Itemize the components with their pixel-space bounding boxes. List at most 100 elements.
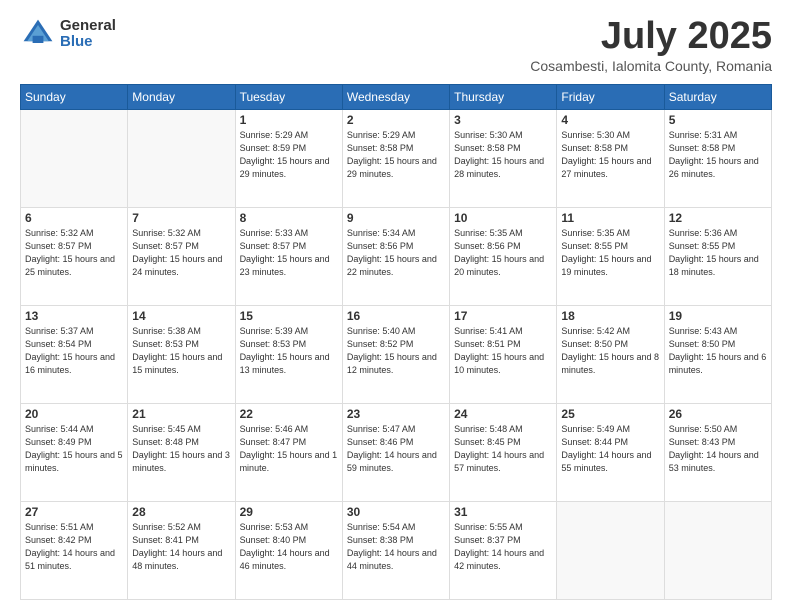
day-info: Sunrise: 5:43 AM Sunset: 8:50 PM Dayligh… [669, 325, 767, 377]
calendar-cell: 16 Sunrise: 5:40 AM Sunset: 8:52 PM Dayli… [342, 305, 449, 403]
day-info: Sunrise: 5:29 AM Sunset: 8:59 PM Dayligh… [240, 129, 338, 181]
calendar-cell: 28Sunrise: 5:52 AM Sunset: 8:41 PM Dayli… [128, 501, 235, 599]
calendar-cell: 14Sunrise: 5:38 AM Sunset: 8:53 PM Dayli… [128, 305, 235, 403]
calendar-cell: 26 Sunrise: 5:50 AM Sunset: 8:43 PM Dayli… [664, 403, 771, 501]
day-info: Sunrise: 5:40 AM Sunset: 8:52 PM Dayligh… [347, 325, 445, 377]
subtitle: Cosambesti, Ialomita County, Romania [530, 58, 772, 74]
calendar-week-4: 20 Sunrise: 5:44 AM Sunset: 8:49 PM Dayli… [21, 403, 772, 501]
calendar-cell: 3Sunrise: 5:30 AM Sunset: 8:58 PM Daylig… [450, 109, 557, 207]
day-number: 25 [561, 407, 659, 421]
day-info: Sunrise: 5:30 AM Sunset: 8:58 PM Dayligh… [561, 129, 659, 181]
day-number: 7 [132, 211, 230, 225]
calendar-cell: 29 Sunrise: 5:53 AM Sunset: 8:40 PM Dayli… [235, 501, 342, 599]
day-number: 24 [454, 407, 552, 421]
calendar-cell: 8 Sunrise: 5:33 AM Sunset: 8:57 PM Daylig… [235, 207, 342, 305]
day-info: Sunrise: 5:39 AM Sunset: 8:53 PM Dayligh… [240, 325, 338, 377]
day-info: Sunrise: 5:41 AM Sunset: 8:51 PM Dayligh… [454, 325, 552, 377]
calendar-cell: 22 Sunrise: 5:46 AM Sunset: 8:47 PM Dayli… [235, 403, 342, 501]
calendar-cell: 7 Sunrise: 5:32 AM Sunset: 8:57 PM Daylig… [128, 207, 235, 305]
day-number: 15 [240, 309, 338, 323]
day-info: Sunrise: 5:33 AM Sunset: 8:57 PM Dayligh… [240, 227, 338, 279]
day-info: Sunrise: 5:35 AM Sunset: 8:56 PM Dayligh… [454, 227, 552, 279]
day-info: Sunrise: 5:29 AM Sunset: 8:58 PM Dayligh… [347, 129, 445, 181]
day-info: Sunrise: 5:44 AM Sunset: 8:49 PM Dayligh… [25, 423, 123, 475]
calendar-cell: 17Sunrise: 5:41 AM Sunset: 8:51 PM Dayli… [450, 305, 557, 403]
day-info: Sunrise: 5:32 AM Sunset: 8:57 PM Dayligh… [132, 227, 230, 279]
calendar-cell: 23Sunrise: 5:47 AM Sunset: 8:46 PM Dayli… [342, 403, 449, 501]
calendar-cell: 15 Sunrise: 5:39 AM Sunset: 8:53 PM Dayli… [235, 305, 342, 403]
day-number: 21 [132, 407, 230, 421]
day-info: Sunrise: 5:34 AM Sunset: 8:56 PM Dayligh… [347, 227, 445, 279]
calendar-cell: 18 Sunrise: 5:42 AM Sunset: 8:50 PM Dayli… [557, 305, 664, 403]
day-info: Sunrise: 5:31 AM Sunset: 8:58 PM Dayligh… [669, 129, 767, 181]
calendar-cell: 31Sunrise: 5:55 AM Sunset: 8:37 PM Dayli… [450, 501, 557, 599]
calendar-cell: 19 Sunrise: 5:43 AM Sunset: 8:50 PM Dayli… [664, 305, 771, 403]
day-info: Sunrise: 5:32 AM Sunset: 8:57 PM Dayligh… [25, 227, 123, 279]
page: General Blue July 2025 Cosambesti, Ialom… [0, 0, 792, 612]
calendar-header-thursday: Thursday [450, 84, 557, 109]
day-number: 23 [347, 407, 445, 421]
calendar-cell: 20 Sunrise: 5:44 AM Sunset: 8:49 PM Dayli… [21, 403, 128, 501]
day-number: 9 [347, 211, 445, 225]
day-info: Sunrise: 5:50 AM Sunset: 8:43 PM Dayligh… [669, 423, 767, 475]
logo-text: General Blue [60, 18, 116, 51]
day-info: Sunrise: 5:35 AM Sunset: 8:55 PM Dayligh… [561, 227, 659, 279]
calendar-cell: 12 Sunrise: 5:36 AM Sunset: 8:55 PM Dayli… [664, 207, 771, 305]
calendar-header-friday: Friday [557, 84, 664, 109]
day-number: 4 [561, 113, 659, 127]
day-number: 1 [240, 113, 338, 127]
day-number: 8 [240, 211, 338, 225]
calendar-cell: 1 Sunrise: 5:29 AM Sunset: 8:59 PM Daylig… [235, 109, 342, 207]
calendar-header-row: SundayMondayTuesdayWednesdayThursdayFrid… [21, 84, 772, 109]
day-number: 11 [561, 211, 659, 225]
calendar-week-3: 13Sunrise: 5:37 AM Sunset: 8:54 PM Dayli… [21, 305, 772, 403]
calendar-cell [557, 501, 664, 599]
logo-general: General [60, 18, 116, 35]
calendar-cell: 2Sunrise: 5:29 AM Sunset: 8:58 PM Daylig… [342, 109, 449, 207]
day-info: Sunrise: 5:51 AM Sunset: 8:42 PM Dayligh… [25, 521, 123, 573]
calendar: SundayMondayTuesdayWednesdayThursdayFrid… [20, 84, 772, 600]
day-number: 19 [669, 309, 767, 323]
logo: General Blue [20, 16, 116, 52]
calendar-cell: 5 Sunrise: 5:31 AM Sunset: 8:58 PM Daylig… [664, 109, 771, 207]
day-number: 16 [347, 309, 445, 323]
day-info: Sunrise: 5:37 AM Sunset: 8:54 PM Dayligh… [25, 325, 123, 377]
calendar-header-monday: Monday [128, 84, 235, 109]
day-number: 5 [669, 113, 767, 127]
main-title: July 2025 [530, 16, 772, 58]
day-info: Sunrise: 5:46 AM Sunset: 8:47 PM Dayligh… [240, 423, 338, 475]
calendar-week-1: 1 Sunrise: 5:29 AM Sunset: 8:59 PM Daylig… [21, 109, 772, 207]
calendar-header-tuesday: Tuesday [235, 84, 342, 109]
day-info: Sunrise: 5:42 AM Sunset: 8:50 PM Dayligh… [561, 325, 659, 377]
calendar-header-saturday: Saturday [664, 84, 771, 109]
day-info: Sunrise: 5:38 AM Sunset: 8:53 PM Dayligh… [132, 325, 230, 377]
day-info: Sunrise: 5:36 AM Sunset: 8:55 PM Dayligh… [669, 227, 767, 279]
day-number: 10 [454, 211, 552, 225]
day-number: 28 [132, 505, 230, 519]
calendar-cell [128, 109, 235, 207]
calendar-cell: 25Sunrise: 5:49 AM Sunset: 8:44 PM Dayli… [557, 403, 664, 501]
calendar-cell: 13Sunrise: 5:37 AM Sunset: 8:54 PM Dayli… [21, 305, 128, 403]
calendar-header-sunday: Sunday [21, 84, 128, 109]
calendar-header-wednesday: Wednesday [342, 84, 449, 109]
day-number: 18 [561, 309, 659, 323]
day-info: Sunrise: 5:45 AM Sunset: 8:48 PM Dayligh… [132, 423, 230, 475]
day-info: Sunrise: 5:53 AM Sunset: 8:40 PM Dayligh… [240, 521, 338, 573]
day-number: 29 [240, 505, 338, 519]
day-number: 22 [240, 407, 338, 421]
calendar-week-5: 27Sunrise: 5:51 AM Sunset: 8:42 PM Dayli… [21, 501, 772, 599]
day-number: 6 [25, 211, 123, 225]
calendar-cell: 9 Sunrise: 5:34 AM Sunset: 8:56 PM Daylig… [342, 207, 449, 305]
day-number: 12 [669, 211, 767, 225]
day-number: 20 [25, 407, 123, 421]
calendar-cell: 24Sunrise: 5:48 AM Sunset: 8:45 PM Dayli… [450, 403, 557, 501]
calendar-cell [664, 501, 771, 599]
calendar-cell: 30Sunrise: 5:54 AM Sunset: 8:38 PM Dayli… [342, 501, 449, 599]
calendar-week-2: 6 Sunrise: 5:32 AM Sunset: 8:57 PM Daylig… [21, 207, 772, 305]
calendar-cell: 10 Sunrise: 5:35 AM Sunset: 8:56 PM Dayli… [450, 207, 557, 305]
day-info: Sunrise: 5:54 AM Sunset: 8:38 PM Dayligh… [347, 521, 445, 573]
calendar-cell: 4 Sunrise: 5:30 AM Sunset: 8:58 PM Daylig… [557, 109, 664, 207]
day-number: 26 [669, 407, 767, 421]
day-info: Sunrise: 5:55 AM Sunset: 8:37 PM Dayligh… [454, 521, 552, 573]
calendar-cell [21, 109, 128, 207]
